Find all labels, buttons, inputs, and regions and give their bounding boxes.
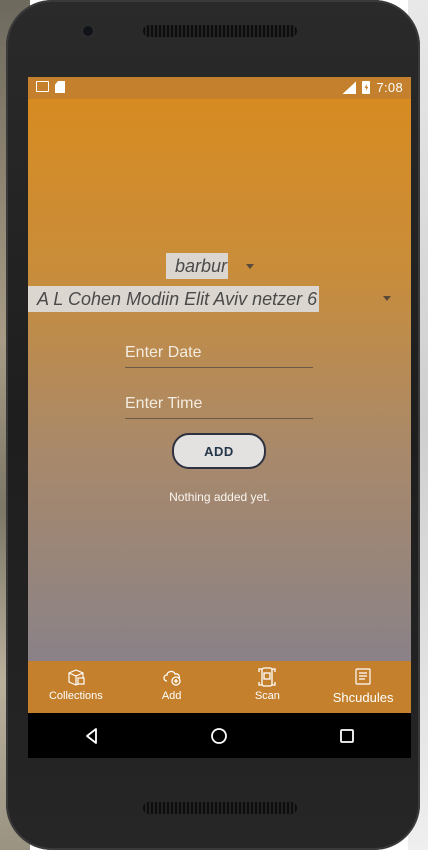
bottom-navigation: Collections Add Scan Shcudules xyxy=(28,661,411,713)
sim-card-icon xyxy=(55,81,65,93)
address-spinner-value: A L Cohen Modiin Elit Aviv netzer 6 xyxy=(28,286,320,312)
top-speaker-grille xyxy=(143,25,297,37)
recents-button[interactable] xyxy=(337,726,357,746)
nav-label-schedules: Shcudules xyxy=(332,690,394,705)
cloud-add-icon xyxy=(161,667,183,687)
empty-state-message: Nothing added yet. xyxy=(169,490,270,504)
lte-signal-icon xyxy=(342,81,357,94)
date-input[interactable]: Enter Date xyxy=(125,341,313,368)
nav-label-scan: Scan xyxy=(254,690,280,702)
chevron-down-icon xyxy=(383,296,391,301)
status-clock: 7:08 xyxy=(376,80,403,95)
package-icon xyxy=(65,667,87,687)
nav-item-schedules[interactable]: Shcudules xyxy=(315,661,411,713)
time-input[interactable]: Enter Time xyxy=(125,392,313,419)
bottom-speaker-grille xyxy=(143,802,297,814)
nav-item-scan[interactable]: Scan xyxy=(220,661,316,713)
nav-item-collections[interactable]: Collections xyxy=(28,661,124,713)
battery-charging-icon xyxy=(362,81,371,94)
back-triangle-icon xyxy=(85,727,97,744)
front-camera xyxy=(83,26,93,36)
back-button[interactable] xyxy=(82,726,102,746)
nav-item-add[interactable]: Add xyxy=(124,661,220,713)
device-screen: 7:08 barbur A L Cohen Modiin Elit Aviv n… xyxy=(28,77,411,758)
scan-icon xyxy=(256,667,278,687)
status-bar: 7:08 xyxy=(28,77,411,99)
add-button[interactable]: ADD xyxy=(172,433,266,469)
gmail-icon xyxy=(36,81,49,92)
user-spinner-value: barbur xyxy=(166,253,229,279)
address-spinner[interactable]: A L Cohen Modiin Elit Aviv netzer 6 xyxy=(28,286,411,312)
app-content: barbur A L Cohen Modiin Elit Aviv netzer… xyxy=(28,99,411,661)
schedule-icon xyxy=(352,667,374,687)
user-spinner[interactable]: barbur xyxy=(166,253,255,279)
nav-label-collections: Collections xyxy=(48,690,103,702)
home-circle-icon xyxy=(211,727,228,744)
chevron-down-icon xyxy=(246,263,255,269)
recents-square-icon xyxy=(340,728,355,743)
home-button[interactable] xyxy=(209,726,229,746)
nav-label-add: Add xyxy=(161,690,182,702)
system-navigation-bar xyxy=(28,713,411,758)
phone-frame: 7:08 barbur A L Cohen Modiin Elit Aviv n… xyxy=(6,0,420,850)
